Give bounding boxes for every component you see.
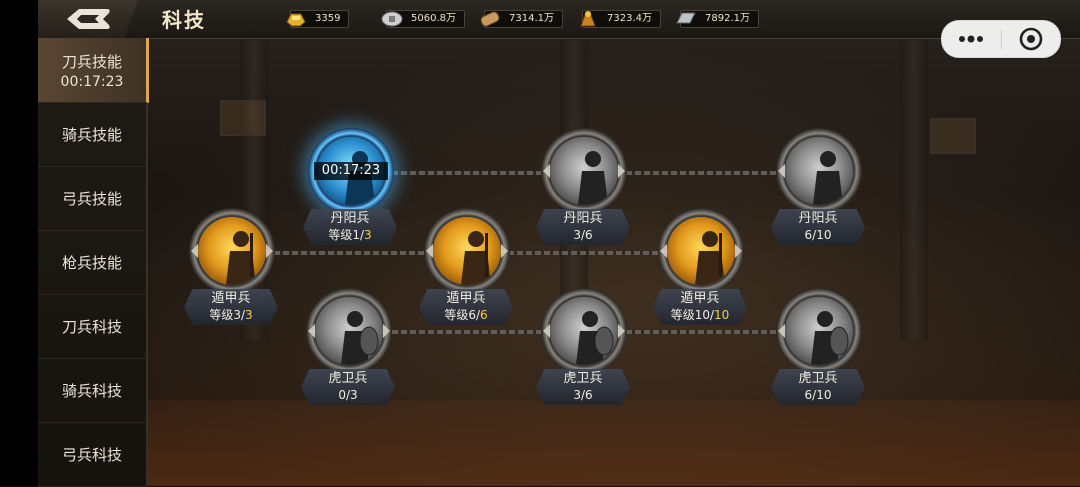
node-portrait (433, 217, 501, 285)
chevron-right-icon (501, 244, 508, 258)
tab-blade-tech[interactable]: 刀兵科技 (38, 294, 146, 359)
soldier-portrait-icon (695, 231, 725, 285)
tech-node-huwei-3[interactable] (776, 288, 862, 374)
resource-iron: 7892.1万 (674, 8, 759, 30)
tree-connector (508, 251, 660, 255)
tab-archer-tech[interactable]: 弓兵科技 (38, 422, 146, 487)
tech-node-huwei-2[interactable] (541, 288, 627, 374)
grain-sack-icon (580, 11, 596, 27)
node-label-huwei-3: 虎卫兵 6/10 (771, 369, 865, 405)
node-label-danyang-2: 丹阳兵 3/6 (536, 209, 630, 245)
tab-label: 刀兵技能 (61, 52, 122, 71)
shield-soldier-portrait-icon (341, 311, 379, 365)
chevron-left-icon (308, 324, 315, 338)
tree-connector (274, 251, 426, 255)
mini-program-capsule (941, 20, 1061, 58)
page-title: 科技 (162, 8, 206, 32)
tech-node-danyang-3[interactable] (776, 128, 862, 214)
pillar-decoration (900, 40, 928, 340)
node-label-danyang-3: 丹阳兵 6/10 (771, 209, 865, 245)
node-label-huwei-2: 虎卫兵 3/6 (536, 369, 630, 405)
tree-connector (392, 330, 544, 334)
tree-connector (392, 171, 544, 175)
tab-archer-skill[interactable]: 弓兵技能 (38, 166, 146, 231)
tech-node-danyang-2[interactable] (541, 128, 627, 214)
shield-soldier-portrait-icon (576, 311, 614, 365)
node-portrait (550, 297, 618, 365)
tab-research-timer: 00:17:23 (60, 73, 124, 90)
resource-gold: 3359 (284, 8, 350, 30)
silver-coin-icon (381, 11, 403, 27)
resource-silver: 5060.8万 (380, 8, 465, 30)
chevron-left-icon (778, 324, 785, 338)
chevron-right-icon (383, 324, 390, 338)
node-portrait (785, 297, 853, 365)
tech-node-dunjia-2[interactable] (424, 208, 510, 294)
gold-ingot-icon (286, 13, 306, 27)
chevron-left-icon (191, 244, 198, 258)
iron-ingot-icon (676, 12, 696, 24)
node-portrait (550, 137, 618, 205)
chevron-left-icon (543, 324, 550, 338)
chevron-left-icon (543, 164, 550, 178)
node-label-dunjia-1: 遁甲兵 等级3/3 (184, 289, 278, 325)
tree-connector (626, 330, 778, 334)
chevron-left-icon (426, 244, 433, 258)
tree-connector (626, 171, 778, 175)
tech-node-huwei-1[interactable] (306, 288, 392, 374)
tab-label: 刀兵科技 (61, 317, 122, 336)
more-button[interactable] (942, 21, 1001, 57)
close-mini-program-button[interactable] (1002, 21, 1061, 57)
tab-label: 弓兵科技 (61, 445, 122, 464)
node-label-huwei-1: 虎卫兵 0/3 (301, 369, 395, 405)
tab-cavalry-skill[interactable]: 骑兵技能 (38, 102, 146, 167)
node-label-danyang-1: 丹阳兵 等级1/3 (303, 209, 397, 245)
tab-blade-skill[interactable]: 刀兵技能 00:17:23 (38, 38, 149, 103)
category-tabs: 刀兵技能 00:17:23 骑兵技能 弓兵技能 枪兵技能 刀兵科技 骑兵科技 弓… (38, 38, 149, 487)
lantern-decoration (220, 100, 266, 136)
back-button[interactable] (38, 0, 138, 38)
tech-node-danyang-1[interactable]: 00:17:23 (308, 128, 394, 214)
chevron-right-icon (735, 244, 742, 258)
tech-node-dunjia-1[interactable] (189, 208, 275, 294)
resource-grain: 7323.4万 (576, 8, 661, 30)
node-portrait (198, 217, 266, 285)
chevron-right-icon (266, 244, 273, 258)
tech-node-dunjia-3[interactable] (658, 208, 744, 294)
node-portrait (667, 217, 735, 285)
chevron-right-icon (618, 164, 625, 178)
screen-edge (0, 0, 38, 486)
tab-label: 枪兵技能 (61, 253, 122, 272)
tab-spear-skill[interactable]: 枪兵技能 (38, 230, 146, 295)
battle-hall-background (0, 0, 1080, 486)
node-portrait (315, 297, 383, 365)
tab-label: 骑兵技能 (61, 125, 122, 144)
more-dots-icon (959, 35, 984, 43)
tab-label: 弓兵技能 (61, 189, 122, 208)
research-countdown: 00:17:23 (314, 162, 388, 180)
chevron-right-icon (618, 324, 625, 338)
shield-soldier-portrait-icon (811, 311, 849, 365)
target-close-icon (1019, 27, 1043, 51)
node-label-dunjia-2: 遁甲兵 等级6/6 (419, 289, 513, 325)
back-arrow-icon (67, 9, 110, 29)
resource-wood: 7314.1万 (478, 8, 563, 30)
node-portrait (785, 137, 853, 205)
tab-cavalry-tech[interactable]: 骑兵科技 (38, 358, 146, 423)
soldier-portrait-icon (813, 151, 843, 205)
wood-log-icon (480, 11, 500, 27)
floor-decoration (145, 400, 1080, 486)
chevron-left-icon (660, 244, 667, 258)
soldier-portrait-icon (226, 231, 256, 285)
lantern-decoration (930, 118, 976, 154)
soldier-portrait-icon (578, 151, 608, 205)
tab-label: 骑兵科技 (61, 381, 122, 400)
chevron-left-icon (778, 164, 785, 178)
soldier-portrait-icon (461, 231, 491, 285)
node-label-dunjia-3: 遁甲兵 等级10/10 (653, 289, 747, 325)
